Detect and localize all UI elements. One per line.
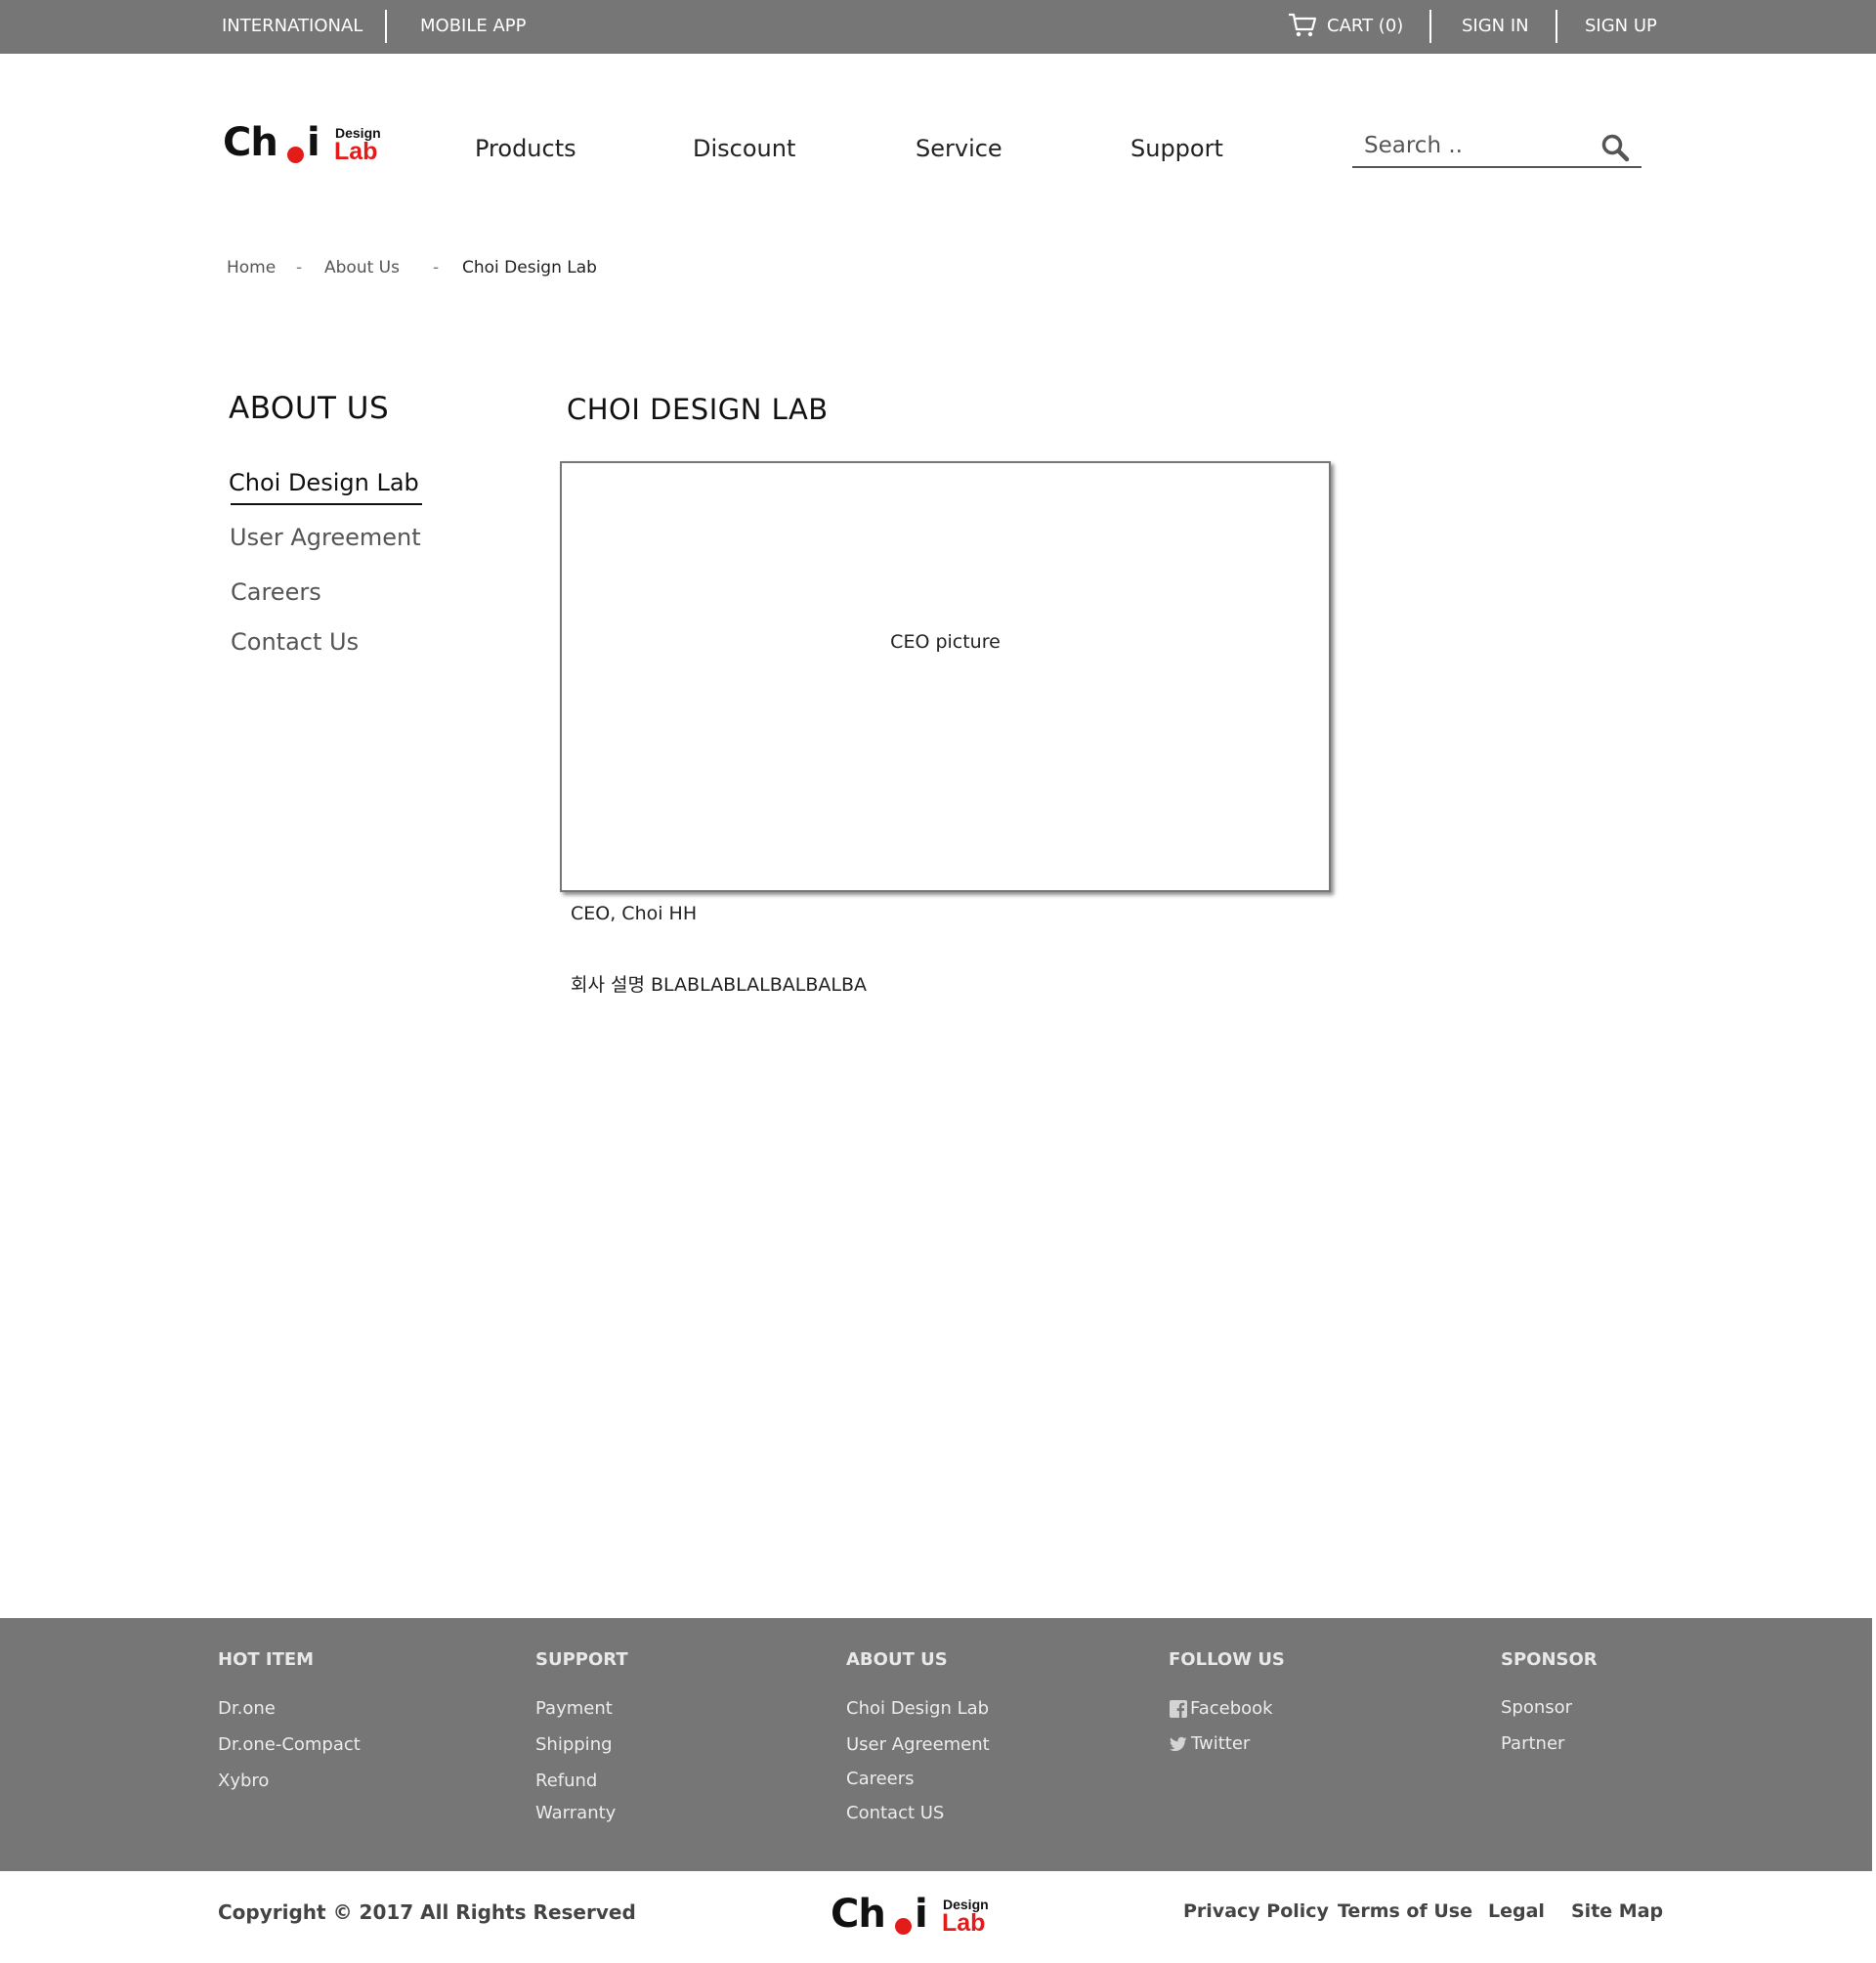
divider	[385, 10, 387, 43]
footer-link-contact-us[interactable]: Contact US	[846, 1803, 944, 1823]
mobile-app-link[interactable]: MOBILE APP	[420, 16, 527, 36]
nav-support[interactable]: Support	[1130, 135, 1223, 162]
sidebar-item-contact-us[interactable]: Contact Us	[231, 628, 359, 656]
search-input[interactable]	[1364, 129, 1589, 162]
sidebar-item-choi-design-lab[interactable]: Choi Design Lab	[229, 469, 419, 496]
footer-link-warranty[interactable]: Warranty	[535, 1803, 616, 1823]
sign-in-link[interactable]: SIGN IN	[1462, 16, 1529, 36]
sidebar-item-user-agreement[interactable]: User Agreement	[230, 524, 421, 551]
footer-heading-support: SUPPORT	[535, 1649, 628, 1670]
company-description: 회사 설명 BLABLABLALBALBALBA	[571, 974, 868, 996]
footer-link-payment[interactable]: Payment	[535, 1698, 613, 1719]
footer-logo[interactable]: Ch i Design Lab	[831, 1893, 997, 1942]
cart-icon[interactable]	[1288, 13, 1317, 38]
footer-link-sponsor[interactable]: Sponsor	[1501, 1697, 1572, 1718]
footer-heading-follow-us: FOLLOW US	[1169, 1649, 1285, 1670]
footer-heading-about-us: ABOUT US	[846, 1649, 948, 1670]
ceo-picture: CEO picture	[560, 461, 1331, 892]
logo-wordmark: Ch	[223, 120, 278, 165]
breadcrumb-current: Choi Design Lab	[462, 258, 597, 277]
breadcrumb-about-us[interactable]: About Us	[324, 258, 400, 277]
footer-link-dr-one[interactable]: Dr.one	[218, 1698, 276, 1719]
search-icon[interactable]	[1600, 133, 1630, 162]
cart-link[interactable]: CART (0)	[1327, 16, 1403, 36]
brand-logo[interactable]: Ch i Design Lab	[223, 121, 389, 170]
footer-link-user-agreement[interactable]: User Agreement	[846, 1734, 990, 1755]
footer-link-partner[interactable]: Partner	[1501, 1733, 1564, 1754]
footer-link-choi-design-lab[interactable]: Choi Design Lab	[846, 1698, 989, 1719]
bottom-bar: Copyright © 2017 All Rights Reserved Ch …	[0, 1871, 1876, 1963]
logo-wordmark-tail: i	[307, 120, 320, 165]
logo-dot	[287, 147, 304, 163]
sidebar-title: ABOUT US	[229, 391, 390, 426]
logo-lab-label: Lab	[334, 138, 378, 165]
footer-link-facebook[interactable]: Facebook	[1190, 1698, 1273, 1719]
footer-heading-hot-item: HOT ITEM	[218, 1649, 315, 1670]
logo-wordmark-tail: i	[915, 1892, 928, 1937]
breadcrumb-separator: -	[433, 258, 440, 277]
nav-discount[interactable]: Discount	[693, 135, 795, 162]
footer-link-careers[interactable]: Careers	[846, 1769, 915, 1789]
search-bar	[1352, 125, 1642, 168]
nav-products[interactable]: Products	[475, 135, 576, 162]
breadcrumb-home[interactable]: Home	[227, 258, 276, 277]
divider	[1429, 10, 1431, 43]
logo-dot	[895, 1918, 912, 1935]
terms-of-use-link[interactable]: Terms of Use	[1338, 1900, 1472, 1922]
privacy-policy-link[interactable]: Privacy Policy	[1183, 1900, 1329, 1922]
breadcrumb-separator: -	[296, 258, 303, 277]
active-indicator	[231, 503, 422, 505]
logo-lab-label: Lab	[942, 1909, 986, 1937]
nav-service[interactable]: Service	[916, 135, 1002, 162]
international-link[interactable]: INTERNATIONAL	[222, 16, 362, 36]
copyright-text: Copyright © 2017 All Rights Reserved	[218, 1900, 636, 1924]
divider	[1556, 10, 1557, 43]
footer-link-twitter[interactable]: Twitter	[1191, 1733, 1250, 1754]
sidebar-item-careers[interactable]: Careers	[231, 578, 321, 606]
footer-link-refund[interactable]: Refund	[535, 1771, 597, 1791]
footer-heading-sponsor: SPONSOR	[1501, 1649, 1598, 1670]
footer-link-xybro[interactable]: Xybro	[218, 1771, 269, 1791]
ceo-picture-label: CEO picture	[890, 631, 1001, 653]
footer-link-dr-one-compact[interactable]: Dr.one-Compact	[218, 1734, 361, 1755]
legal-link[interactable]: Legal	[1488, 1900, 1545, 1922]
top-utility-bar: INTERNATIONAL MOBILE APP CART (0) SIGN I…	[0, 0, 1876, 54]
facebook-icon[interactable]	[1170, 1700, 1187, 1718]
sign-up-link[interactable]: SIGN UP	[1585, 16, 1657, 36]
logo-wordmark: Ch	[831, 1892, 886, 1937]
footer: HOT ITEM Dr.one Dr.one-Compact Xybro SUP…	[0, 1618, 1872, 1871]
page-title: CHOI DESIGN LAB	[567, 393, 829, 426]
twitter-icon[interactable]	[1170, 1735, 1187, 1753]
site-map-link[interactable]: Site Map	[1571, 1900, 1663, 1922]
ceo-caption: CEO, Choi HH	[571, 903, 698, 924]
footer-link-shipping[interactable]: Shipping	[535, 1734, 613, 1755]
